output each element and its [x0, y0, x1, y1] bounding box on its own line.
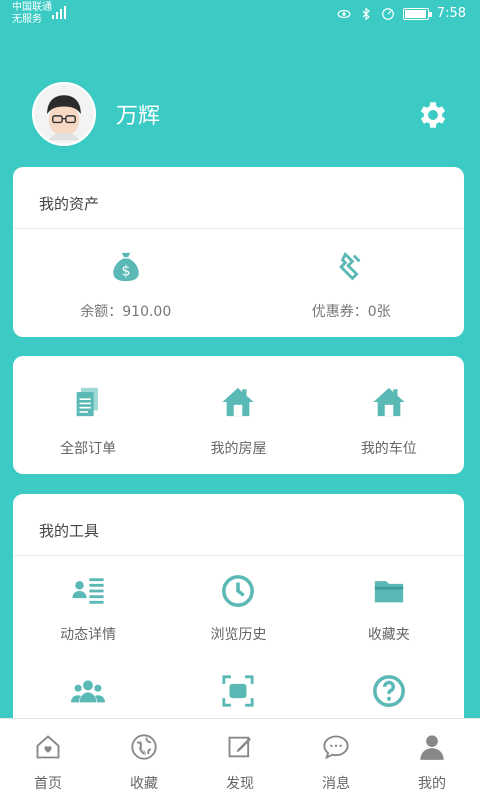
tools-title: 我的工具 [13, 494, 464, 556]
help-icon [372, 675, 405, 707]
tab-favorites[interactable]: 收藏 [96, 719, 192, 800]
contact-list-icon [72, 578, 104, 604]
username: 万辉 [116, 104, 161, 129]
avatar-image [34, 84, 94, 144]
favorites-folder-label: 收藏夹 [367, 627, 410, 643]
avatar[interactable] [32, 82, 96, 146]
edit-icon [228, 736, 252, 758]
folder-icon [374, 581, 403, 603]
globe-icon [131, 734, 157, 760]
tab-mine-label: 我的 [418, 776, 446, 792]
status-bar: 中国联通 无服务 7:58 [0, 0, 480, 30]
assets-title: 我的资产 [13, 167, 464, 229]
balance-item[interactable]: $ 余额：910.00 [13, 229, 239, 321]
document-icon [76, 387, 99, 417]
tab-discover[interactable]: 发现 [192, 719, 288, 800]
coupon-label: 优惠券：0张 [311, 304, 391, 320]
battery-icon [402, 7, 432, 20]
tab-favorites-label: 收藏 [130, 776, 158, 792]
coupon-icon [339, 251, 361, 281]
carrier-name: 中国联通 [12, 2, 52, 13]
tab-home-label: 首页 [34, 776, 62, 792]
history-label: 浏览历史 [210, 627, 267, 643]
signal-icon [52, 5, 66, 19]
tab-home[interactable]: 首页 [0, 719, 96, 800]
tab-messages[interactable]: 消息 [288, 719, 384, 800]
my-parking-label: 我的车位 [360, 441, 417, 457]
parking-house-icon [373, 387, 405, 417]
favorites-folder-item[interactable]: 收藏夹 [314, 556, 464, 656]
house-icon [222, 387, 255, 417]
scan-icon [222, 675, 255, 707]
my-house-label: 我的房屋 [210, 441, 267, 457]
orders-card: 全部订单 我的房屋 我的车位 [13, 356, 464, 474]
person-icon [420, 735, 444, 760]
money-bag-icon: $ [113, 252, 139, 282]
tab-messages-label: 消息 [322, 776, 350, 792]
tab-mine[interactable]: 我的 [384, 719, 480, 800]
gear-icon[interactable] [416, 98, 450, 132]
clock-icon [222, 575, 255, 607]
all-orders-item[interactable]: 全部订单 [13, 356, 163, 474]
profile-header[interactable]: 万辉 [32, 82, 160, 146]
group-icon [71, 680, 106, 703]
coupon-item[interactable]: 优惠券：0张 [239, 229, 465, 321]
tools-card: 我的工具 动态详情 浏览历史 收藏夹 [13, 494, 464, 734]
tab-discover-label: 发现 [226, 776, 254, 792]
speed-icon [381, 7, 394, 20]
bluetooth-icon [362, 7, 370, 20]
carrier-service: 无服务 [12, 14, 42, 25]
bottom-tab-bar: 首页 收藏 发现 消息 我的 [0, 718, 480, 800]
status-time: 7:58 [436, 6, 466, 21]
carrier-info: 中国联通 无服务 [12, 2, 52, 26]
chat-icon [323, 735, 349, 760]
status-right: 7:58 [337, 6, 466, 21]
history-item[interactable]: 浏览历史 [163, 556, 313, 656]
my-house-item[interactable]: 我的房屋 [163, 356, 313, 474]
assets-card: 我的资产 $ 余额：910.00 优惠券：0张 [13, 167, 464, 337]
home-icon [36, 735, 60, 759]
all-orders-label: 全部订单 [60, 441, 117, 457]
balance-label: 余额：910.00 [80, 304, 172, 320]
dynamic-details-item[interactable]: 动态详情 [13, 556, 163, 656]
svg-text:$: $ [121, 264, 130, 280]
dynamic-details-label: 动态详情 [60, 627, 117, 643]
eye-icon [337, 9, 351, 18]
my-parking-item[interactable]: 我的车位 [314, 356, 464, 474]
